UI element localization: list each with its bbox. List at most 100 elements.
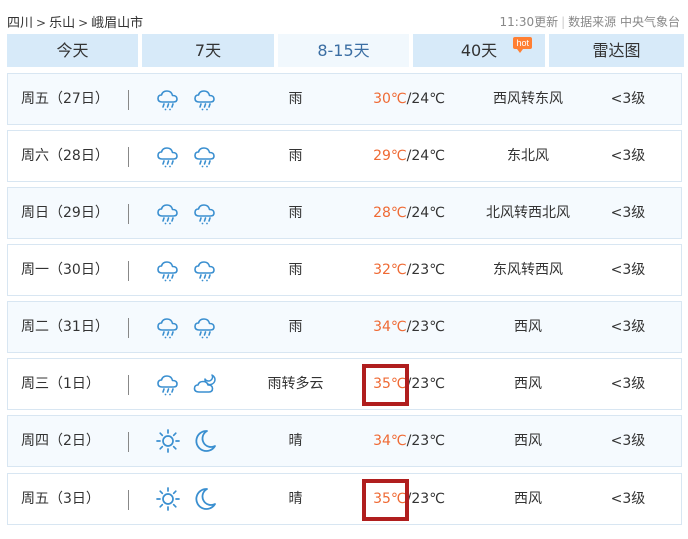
wind-direction: 西风 xyxy=(514,319,542,335)
forecast-row: 周二（31日） 雨 34℃/23℃ 西风 <3级 xyxy=(7,301,682,353)
high-temp: 29℃ xyxy=(373,148,407,164)
weather-condition: 雨 xyxy=(288,91,303,107)
divider xyxy=(128,147,129,167)
divider xyxy=(128,490,129,510)
forecast-row: 周六（28日） 雨 29℃/24℃ 东北风 <3级 xyxy=(7,130,682,182)
rain-cloud-icon xyxy=(155,143,181,169)
forecast-date: 周五（3日） xyxy=(21,491,100,507)
wind-direction: 西风 xyxy=(514,376,542,392)
temperature-range: 34℃/23℃ xyxy=(364,416,454,466)
temperature-range: 34℃/23℃ xyxy=(364,302,454,352)
high-temp: 28℃ xyxy=(373,205,407,221)
high-temp: 34℃ xyxy=(373,433,407,449)
wind-direction: 西风 xyxy=(514,491,542,507)
rain-cloud-icon xyxy=(155,314,181,340)
forecast-tabs: 今天 7天 8-15天 40天 hot 雷达图 xyxy=(7,34,684,67)
divider xyxy=(128,204,129,224)
tab-today[interactable]: 今天 xyxy=(7,34,138,67)
breadcrumb-province[interactable]: 四川 xyxy=(7,16,33,31)
sun-icon xyxy=(155,486,181,512)
rain-cloud-icon xyxy=(192,257,218,283)
top-bar: 四川 > 乐山 > 峨眉山市 11:30更新 | 数据来源 中央气象台 xyxy=(0,0,688,34)
forecast-row: 周一（30日） 雨 32℃/23℃ 东风转西风 <3级 xyxy=(7,244,682,296)
forecast-row: 周五（3日） 晴 35℃/23℃ 西风 <3级 xyxy=(7,473,682,525)
weather-condition: 雨 xyxy=(288,148,303,164)
forecast-date: 周六（28日） xyxy=(21,148,109,164)
moon-cloud-icon xyxy=(192,371,218,397)
low-temp: 24℃ xyxy=(411,205,445,221)
wind-level: <3级 xyxy=(610,262,646,278)
rain-cloud-icon xyxy=(155,86,181,112)
wind-direction: 北风转西北风 xyxy=(486,205,570,221)
wind-level: <3级 xyxy=(610,319,646,335)
temperature-range: 29℃/24℃ xyxy=(364,131,454,181)
low-temp: 24℃ xyxy=(411,91,445,107)
divider xyxy=(128,432,129,452)
tab-7-days[interactable]: 7天 xyxy=(142,34,274,67)
rain-cloud-icon xyxy=(192,314,218,340)
low-temp: 23℃ xyxy=(411,376,445,392)
divider xyxy=(128,90,129,110)
wind-level: <3级 xyxy=(610,491,646,507)
forecast-row: 周日（29日） 雨 28℃/24℃ 北风转西北风 <3级 xyxy=(7,187,682,239)
wind-level: <3级 xyxy=(610,148,646,164)
moon-icon xyxy=(192,428,218,454)
breadcrumb-county[interactable]: 峨眉山市 xyxy=(91,16,143,31)
temperature-range: 32℃/23℃ xyxy=(364,245,454,295)
rain-cloud-icon xyxy=(155,257,181,283)
forecast-row: 周三（1日） 雨转多云 35℃/23℃ 西风 <3级 xyxy=(7,358,682,410)
low-temp: 23℃ xyxy=(411,433,445,449)
wind-direction: 西风转东风 xyxy=(493,91,563,107)
rain-cloud-icon xyxy=(155,371,181,397)
forecast-date: 周一（30日） xyxy=(21,262,109,278)
tab-label: 8-15天 xyxy=(317,41,370,60)
hot-badge: hot xyxy=(513,37,532,53)
forecast-row: 周五（27日） 雨 30℃/24℃ 西风转东风 <3级 xyxy=(7,73,682,125)
high-temp: 35℃ xyxy=(373,491,407,507)
high-temp: 34℃ xyxy=(373,319,407,335)
weather-condition: 晴 xyxy=(288,433,303,449)
forecast-date: 周二（31日） xyxy=(21,319,109,335)
tab-label: 雷达图 xyxy=(592,41,641,60)
source-text: 数据来源 中央气象台 xyxy=(568,15,680,29)
high-temp: 30℃ xyxy=(373,91,407,107)
update-time: 11:30更新 xyxy=(499,15,559,29)
low-temp: 23℃ xyxy=(411,262,445,278)
breadcrumb-separator: > xyxy=(36,16,47,30)
forecast-row: 周四（2日） 晴 34℃/23℃ 西风 <3级 xyxy=(7,415,682,467)
tab-label: 40天 xyxy=(460,41,498,60)
forecast-date: 周五（27日） xyxy=(21,91,109,107)
source-divider: | xyxy=(561,15,566,29)
divider xyxy=(128,261,129,281)
tab-radar[interactable]: 雷达图 xyxy=(549,34,684,67)
breadcrumb-separator: > xyxy=(78,16,89,30)
divider xyxy=(128,375,129,395)
breadcrumb-city[interactable]: 乐山 xyxy=(49,16,75,31)
weather-condition: 雨 xyxy=(288,262,303,278)
weather-condition: 雨转多云 xyxy=(267,376,324,392)
rain-cloud-icon xyxy=(192,200,218,226)
temperature-range: 28℃/24℃ xyxy=(364,188,454,238)
low-temp: 24℃ xyxy=(411,148,445,164)
tab-label: 今天 xyxy=(56,41,89,60)
high-temp: 32℃ xyxy=(373,262,407,278)
sun-icon xyxy=(155,428,181,454)
wind-level: <3级 xyxy=(610,91,646,107)
weather-condition: 雨 xyxy=(288,205,303,221)
tab-label: 7天 xyxy=(194,41,222,60)
tab-8-15-days[interactable]: 8-15天 xyxy=(278,34,409,67)
temperature-range: 35℃/23℃ xyxy=(364,474,454,524)
high-temp: 35℃ xyxy=(373,376,407,392)
divider xyxy=(128,318,129,338)
weather-condition: 晴 xyxy=(288,491,303,507)
rain-cloud-icon xyxy=(155,200,181,226)
wind-level: <3级 xyxy=(610,205,646,221)
weather-condition: 雨 xyxy=(288,319,303,335)
forecast-date: 周日（29日） xyxy=(21,205,109,221)
forecast-date: 周三（1日） xyxy=(21,376,100,392)
temperature-range: 30℃/24℃ xyxy=(364,74,454,124)
wind-level: <3级 xyxy=(610,376,646,392)
low-temp: 23℃ xyxy=(411,319,445,335)
tab-40-days[interactable]: 40天 hot xyxy=(413,34,545,67)
data-source: 11:30更新 | 数据来源 中央气象台 xyxy=(500,13,680,30)
